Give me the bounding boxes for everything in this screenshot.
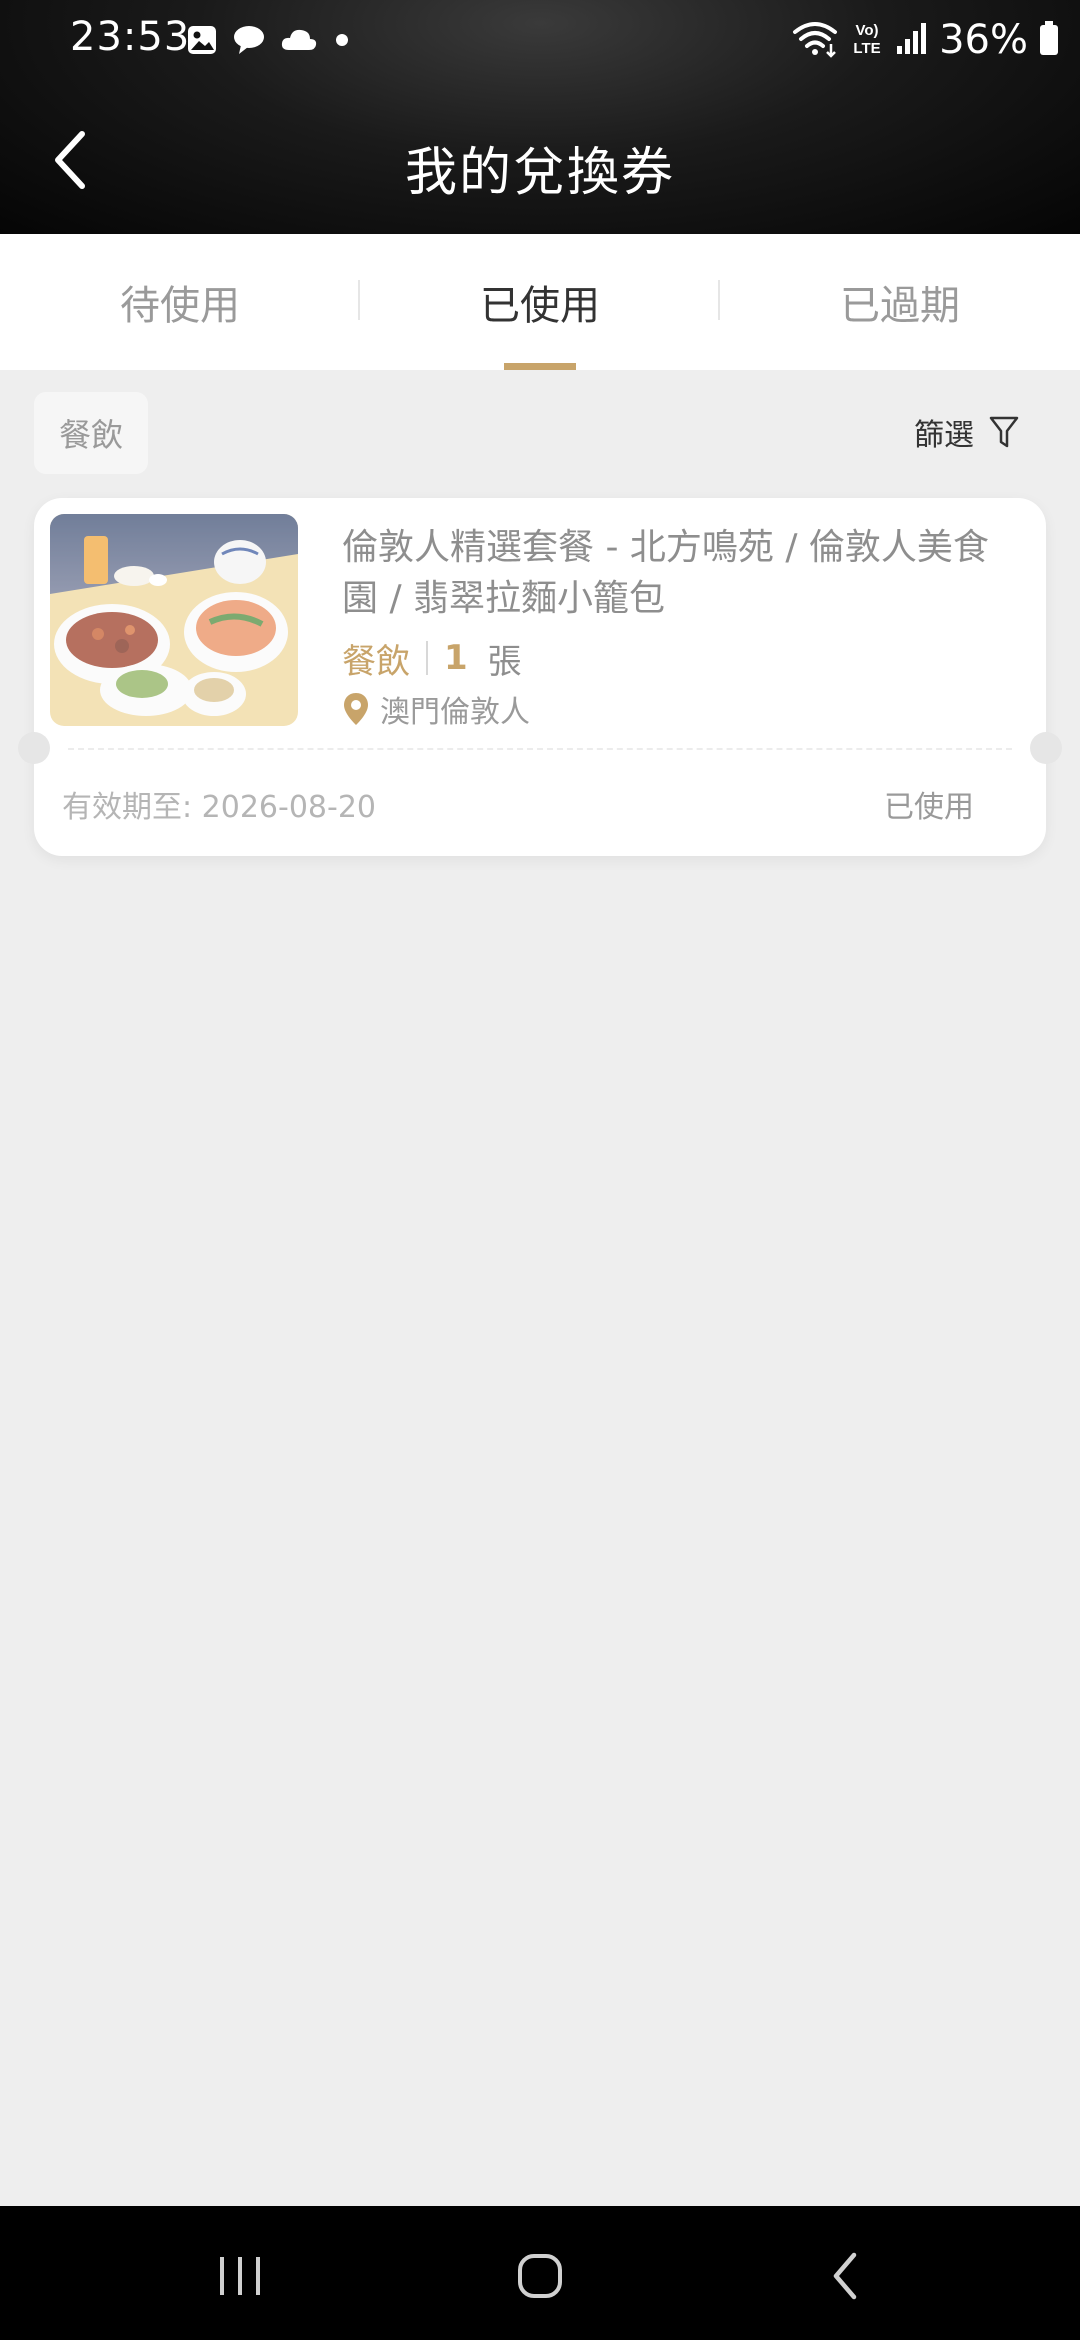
tab-expired[interactable]: 已過期 [720, 234, 1080, 370]
system-status-icons: Vo) LTE 36% [791, 14, 1060, 66]
filter-label: 篩選 [914, 418, 974, 453]
battery-icon [1038, 20, 1060, 60]
filter-row: 餐飲 篩選 [0, 392, 1080, 474]
recent-apps-icon [220, 2257, 260, 2295]
meta-divider [426, 641, 428, 675]
coupon-status: 已使用 [884, 790, 974, 825]
recent-apps-button[interactable] [200, 2236, 280, 2316]
status-time: 23:53 [70, 14, 191, 60]
coupon-meta: 餐飲 1 張 [342, 634, 522, 682]
location-label: 澳門倫敦人 [380, 695, 530, 730]
page-title: 我的兌換券 [404, 143, 675, 203]
notification-icons [186, 22, 352, 62]
coupon-thumbnail [50, 514, 298, 726]
funnel-icon [989, 416, 1019, 448]
coupon-unit: 張 [487, 641, 522, 682]
system-back-button[interactable] [806, 2236, 886, 2316]
status-bar: 23:53 Vo) LTE 36% [0, 0, 1080, 80]
tab-label: 已過期 [840, 283, 960, 329]
chat-icon [232, 24, 266, 60]
filter-button[interactable]: 篩選 [914, 410, 1020, 454]
active-tab-indicator [504, 363, 576, 370]
coupon-title: 倫敦人精選套餐 - 北方鳴苑 / 倫敦人美食園 / 翡翠拉麵小籠包 [342, 527, 989, 619]
home-button[interactable] [500, 2236, 580, 2316]
coupon-quantity: 1 [444, 638, 468, 678]
svg-text:LTE: LTE [853, 40, 880, 57]
dot-icon [332, 30, 352, 54]
tab-unused[interactable]: 待使用 [0, 234, 360, 370]
coupon-validity: 有效期至: 2026-08-20 [62, 790, 376, 825]
svg-text:Vo): Vo) [856, 22, 879, 39]
gallery-icon [186, 24, 218, 60]
card-dashed-divider [68, 748, 1012, 750]
coupon-location: 澳門倫敦人 [342, 688, 530, 730]
tab-label: 待使用 [120, 283, 240, 329]
signal-icon [895, 20, 929, 60]
system-nav-bar [0, 2206, 1080, 2340]
battery-percentage: 36% [939, 17, 1028, 63]
category-chip-label: 餐飲 [58, 416, 123, 454]
system-back-icon [833, 2252, 857, 2300]
ticket-notch-left [18, 732, 50, 764]
coupon-category: 餐飲 [342, 641, 410, 682]
coupon-card[interactable]: 倫敦人精選套餐 - 北方鳴苑 / 倫敦人美食園 / 翡翠拉麵小籠包 餐飲 1 張… [18, 498, 1062, 856]
app-header: 23:53 Vo) LTE 36% 我的兌換券 [0, 0, 1080, 234]
tab-label: 已使用 [480, 283, 600, 329]
tab-used[interactable]: 已使用 [360, 234, 720, 370]
tab-bar: 待使用 已使用 已過期 [0, 234, 1080, 370]
category-chip[interactable]: 餐飲 [34, 392, 148, 474]
volte-icon: Vo) LTE [849, 18, 885, 62]
home-icon [518, 2254, 562, 2298]
wifi-icon [791, 18, 839, 62]
cloud-icon [280, 26, 318, 58]
location-pin-icon [344, 693, 368, 725]
nav-bar: 我的兌換券 [0, 100, 1080, 220]
ticket-notch-right [1030, 732, 1062, 764]
